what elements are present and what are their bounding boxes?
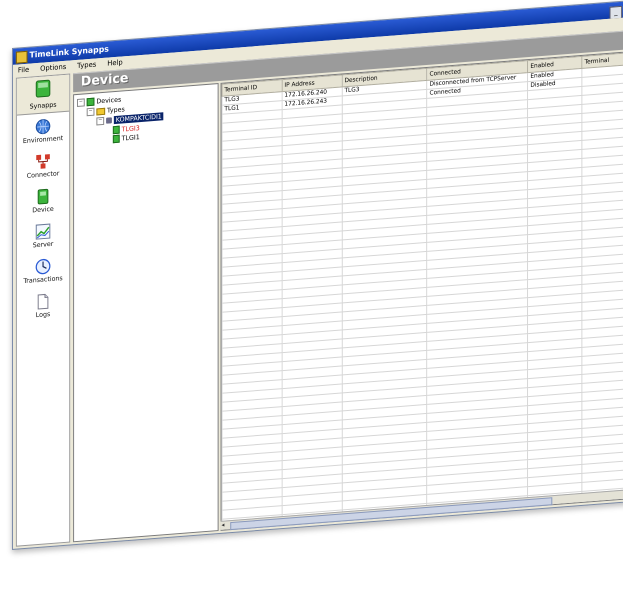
device-grid: Terminal ID IP Address Description Conne… [220, 49, 623, 531]
sidebar-item-label: Logs [35, 310, 51, 320]
sidebar: Synapps Environment Connector Device Ser… [15, 73, 71, 547]
sidebar-item-transactions[interactable]: Transactions [17, 255, 69, 293]
sidebar-item-device[interactable]: Device [17, 185, 69, 223]
connector-icon [36, 154, 50, 169]
sidebar-item-connector[interactable]: Connector [17, 150, 69, 188]
synapps-button[interactable]: Synapps [16, 74, 70, 116]
device-icon [37, 188, 49, 205]
device-icon [86, 97, 95, 107]
sidebar-item-environment[interactable]: Environment [17, 115, 69, 153]
collapse-icon[interactable]: − [76, 98, 85, 107]
synapps-icon [35, 79, 51, 98]
network-icon [106, 117, 112, 124]
app-icon [15, 50, 28, 64]
sidebar-item-label: Transactions [23, 274, 63, 286]
device-icon [112, 125, 120, 135]
tree-node-label: TLGI1 [121, 133, 140, 143]
scroll-left-icon[interactable]: ◂ [222, 522, 225, 529]
collapse-icon[interactable]: − [96, 116, 105, 126]
tree-node-label: Devices [96, 95, 122, 106]
sidebar-item-label: Connector [26, 169, 60, 180]
tree-node-label: Types [107, 105, 125, 115]
chart-icon [35, 223, 51, 240]
clock-icon [35, 258, 51, 275]
empty-cell [427, 513, 528, 531]
sidebar-item-server[interactable]: Server [17, 220, 69, 258]
empty-cell [527, 509, 583, 523]
sidebar-item-logs[interactable]: Logs [17, 290, 69, 328]
empty-cell [342, 521, 428, 531]
device-tree: − Devices − Types − KOMPAKTCIDI1 TLGI3 TLGI… [73, 83, 219, 543]
collapse-icon[interactable]: − [86, 107, 95, 117]
globe-icon [35, 119, 51, 135]
folder-icon [96, 107, 106, 115]
tree-node-tlgi1[interactable]: TLGI1 [112, 133, 140, 144]
menu-help[interactable]: Help [107, 58, 122, 67]
page-title: Device [80, 70, 129, 90]
menu-types[interactable]: Types [77, 60, 96, 69]
empty-cell [281, 527, 343, 531]
empty-cell [582, 504, 623, 519]
device-icon [112, 134, 120, 144]
sidebar-item-label: Device [32, 204, 54, 215]
document-icon [37, 293, 49, 310]
sidebar-item-label: Environment [22, 134, 64, 146]
application-window: TimeLink Synapps _□× File Options Types … [12, 0, 623, 551]
sidebar-item-label: Server [32, 239, 54, 250]
menu-file[interactable]: File [18, 66, 29, 75]
synapps-label: Synapps [29, 100, 57, 111]
tree-node-label: TLGI3 [121, 124, 140, 134]
menu-options[interactable]: Options [40, 63, 66, 73]
